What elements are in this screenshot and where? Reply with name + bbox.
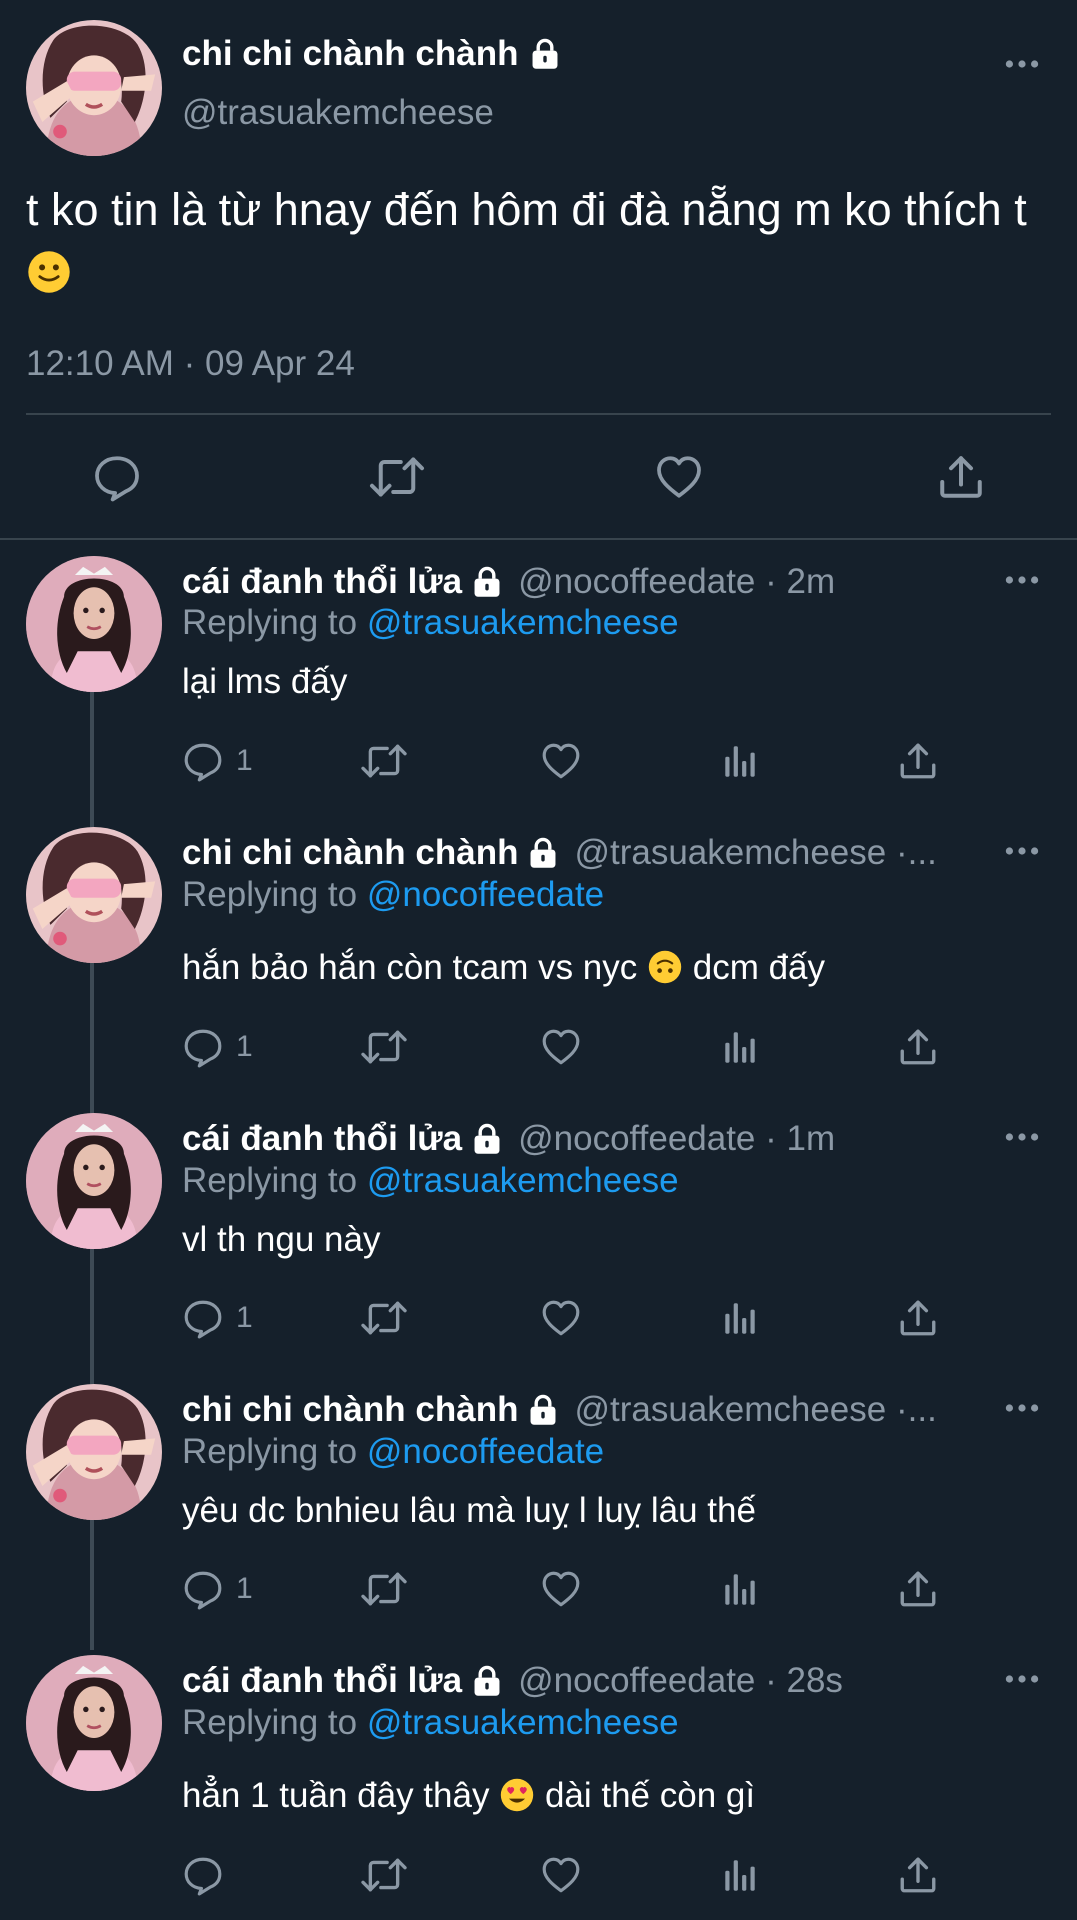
like-icon[interactable] <box>540 1026 582 1068</box>
display-name[interactable]: chi chi chành chành <box>182 833 518 873</box>
handle-and-time[interactable]: @nocoffeedate · 1m <box>518 1119 835 1159</box>
like-icon[interactable] <box>540 1854 582 1896</box>
reply-icon[interactable] <box>92 452 142 502</box>
avatar[interactable] <box>26 1655 162 1791</box>
like-icon[interactable] <box>540 1568 582 1610</box>
lock-icon <box>526 836 560 870</box>
avatar[interactable] <box>26 556 162 692</box>
like-icon[interactable] <box>654 452 704 502</box>
handle-and-time[interactable]: @trasuakemcheese ·... <box>574 1390 936 1430</box>
tweet-text: t ko tin là từ hnay đến hôm đi đà nẵng m… <box>26 178 1036 306</box>
more-options-icon[interactable] <box>1004 1402 1040 1414</box>
reply-icon[interactable] <box>182 740 224 782</box>
more-options-icon[interactable] <box>1004 58 1040 70</box>
reply-count: 1 <box>236 1572 253 1605</box>
replying-label: Replying to <box>182 1432 358 1471</box>
tweet-timestamp: 12:10 AM · 09 Apr 24 <box>26 344 355 383</box>
slightly-smiling-emoji-icon <box>26 249 72 295</box>
like-icon[interactable] <box>540 740 582 782</box>
avatar[interactable] <box>26 827 162 963</box>
replying-to-link[interactable]: @trasuakemcheese <box>367 603 679 642</box>
replying-to-link[interactable]: @nocoffeedate <box>367 875 604 914</box>
share-icon[interactable] <box>897 1026 939 1068</box>
like-icon[interactable] <box>540 1297 582 1339</box>
replying-label: Replying to <box>182 1703 358 1742</box>
divider <box>26 413 1051 415</box>
retweet-icon[interactable] <box>360 1297 408 1339</box>
reply-text: hẳn 1 tuần đây thây dài thế còn gì <box>182 1776 756 1815</box>
display-name[interactable]: cái đanh thổi lửa <box>182 562 462 602</box>
heart-eyes-emoji-icon <box>499 1777 535 1813</box>
lock-icon <box>528 37 562 71</box>
reply-icon[interactable] <box>182 1297 224 1339</box>
replying-label: Replying to <box>182 603 358 642</box>
reply-icon[interactable] <box>182 1854 224 1896</box>
reply-text: yêu dc bnhieu lâu mà luỵ l luỵ lâu thế <box>182 1491 756 1530</box>
reply-icon[interactable] <box>182 1568 224 1610</box>
avatar[interactable] <box>26 1384 162 1520</box>
share-icon[interactable] <box>897 1297 939 1339</box>
retweet-icon[interactable] <box>360 1854 408 1896</box>
handle[interactable]: @trasuakemcheese <box>182 93 494 133</box>
display-name[interactable]: chi chi chành chành <box>182 1390 518 1430</box>
replying-to-link[interactable]: @nocoffeedate <box>367 1432 604 1471</box>
handle-and-time[interactable]: @trasuakemcheese ·... <box>574 833 936 873</box>
views-icon[interactable] <box>719 1297 761 1339</box>
replying-to-link[interactable]: @trasuakemcheese <box>367 1161 679 1200</box>
lock-icon <box>470 565 504 599</box>
display-name[interactable]: cái đanh thổi lửa <box>182 1661 462 1701</box>
more-options-icon[interactable] <box>1004 1131 1040 1143</box>
divider <box>0 538 1077 540</box>
retweet-icon[interactable] <box>360 1026 408 1068</box>
views-icon[interactable] <box>719 1026 761 1068</box>
reply-count: 1 <box>236 1030 253 1063</box>
retweet-icon[interactable] <box>369 452 425 502</box>
reply-icon[interactable] <box>182 1026 224 1068</box>
handle-and-time[interactable]: @nocoffeedate · 28s <box>518 1661 843 1701</box>
more-options-icon[interactable] <box>1004 574 1040 586</box>
display-name[interactable]: chi chi chành chành <box>182 34 518 74</box>
avatar[interactable] <box>26 20 162 156</box>
lock-icon <box>470 1122 504 1156</box>
lock-icon <box>470 1664 504 1698</box>
views-icon[interactable] <box>719 740 761 782</box>
handle-and-time[interactable]: @nocoffeedate · 2m <box>518 562 835 602</box>
reply-text: lại lms đấy <box>182 662 348 701</box>
replying-label: Replying to <box>182 1161 358 1200</box>
upside-down-face-emoji-icon <box>647 949 683 985</box>
lock-icon <box>526 1393 560 1427</box>
avatar[interactable] <box>26 1113 162 1249</box>
share-icon[interactable] <box>897 1854 939 1896</box>
views-icon[interactable] <box>719 1568 761 1610</box>
more-options-icon[interactable] <box>1004 845 1040 857</box>
reply-count: 1 <box>236 744 253 777</box>
retweet-icon[interactable] <box>360 740 408 782</box>
retweet-icon[interactable] <box>360 1568 408 1610</box>
share-icon[interactable] <box>936 452 986 502</box>
replying-to-link[interactable]: @trasuakemcheese <box>367 1703 679 1742</box>
share-icon[interactable] <box>897 1568 939 1610</box>
share-icon[interactable] <box>897 740 939 782</box>
display-name[interactable]: cái đanh thổi lửa <box>182 1119 462 1159</box>
reply-text: vl th ngu này <box>182 1220 381 1259</box>
reply-text: hắn bảo hắn còn tcam vs nyc dcm đấy <box>182 948 826 987</box>
replying-label: Replying to <box>182 875 358 914</box>
reply-count: 1 <box>236 1301 253 1334</box>
more-options-icon[interactable] <box>1004 1673 1040 1685</box>
views-icon[interactable] <box>719 1854 761 1896</box>
